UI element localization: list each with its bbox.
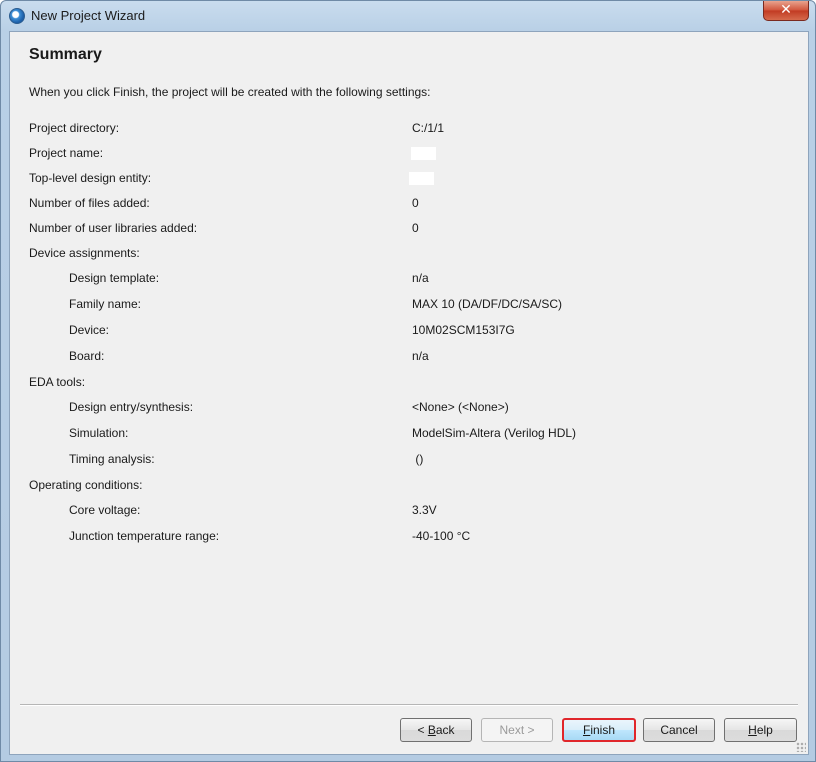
label-project-name: Project name:: [29, 146, 104, 160]
value-timing-analysis: (): [412, 452, 424, 466]
value-junction-temperature: -40-100 °C: [412, 529, 471, 543]
wizard-window: New Project Wizard ✕ Summary When you cl…: [0, 0, 816, 762]
help-mnemonic: H: [748, 723, 757, 737]
window-title: New Project Wizard: [31, 8, 146, 23]
help-label-rest: elp: [756, 723, 773, 737]
label-user-libraries-added: Number of user libraries added:: [29, 221, 198, 235]
back-label-rest: ack: [435, 723, 455, 737]
label-core-voltage: Core voltage:: [69, 503, 141, 517]
wizard-page: Summary When you click Finish, the proje…: [9, 31, 809, 755]
help-button[interactable]: Help: [724, 718, 797, 742]
label-simulation: Simulation:: [69, 426, 129, 440]
label-project-directory: Project directory:: [29, 121, 120, 135]
value-files-added: 0: [412, 196, 419, 210]
value-device: 10M02SCM153I7G: [412, 323, 515, 337]
quartus-app-icon: [9, 8, 25, 24]
next-button[interactable]: Next >: [481, 718, 553, 742]
value-simulation: ModelSim-Altera (Verilog HDL): [412, 426, 577, 440]
label-family-name: Family name:: [69, 297, 142, 311]
close-button[interactable]: ✕: [763, 1, 809, 21]
label-files-added: Number of files added:: [29, 196, 150, 210]
value-user-libraries-added: 0: [412, 221, 419, 235]
label-eda-tools: EDA tools:: [29, 375, 86, 389]
intro-text: When you click Finish, the project will …: [29, 85, 431, 99]
value-family-name: MAX 10 (DA/DF/DC/SA/SC): [412, 297, 563, 311]
value-project-directory: C:/1/1: [412, 121, 445, 135]
value-board: n/a: [412, 349, 429, 363]
label-device: Device:: [69, 323, 110, 337]
resize-grip-icon[interactable]: [796, 742, 806, 752]
label-design-template: Design template:: [69, 271, 160, 285]
label-timing-analysis: Timing analysis:: [69, 452, 155, 466]
finish-button[interactable]: Finish: [562, 718, 636, 742]
back-prefix: <: [417, 723, 428, 737]
value-design-template: n/a: [412, 271, 429, 285]
label-device-assignments: Device assignments:: [29, 246, 140, 260]
title-bar[interactable]: New Project Wizard ✕: [1, 1, 815, 31]
label-design-entry-synthesis: Design entry/synthesis:: [69, 400, 194, 414]
cancel-button[interactable]: Cancel: [643, 718, 715, 742]
button-separator: [20, 704, 798, 706]
page-heading: Summary: [29, 46, 102, 63]
label-top-level-entity: Top-level design entity:: [29, 171, 152, 185]
value-design-entry-synthesis: <None> (<None>): [412, 400, 509, 414]
back-mnemonic: B: [427, 723, 436, 737]
label-operating-conditions: Operating conditions:: [29, 478, 143, 492]
value-core-voltage: 3.3V: [412, 503, 437, 517]
label-board: Board:: [69, 349, 105, 363]
value-project-name-redacted: [411, 147, 436, 160]
label-junction-temperature: Junction temperature range:: [69, 529, 220, 543]
finish-label-rest: inish: [590, 723, 616, 737]
back-button[interactable]: < Back: [400, 718, 472, 742]
value-top-level-entity-redacted: [409, 172, 434, 185]
